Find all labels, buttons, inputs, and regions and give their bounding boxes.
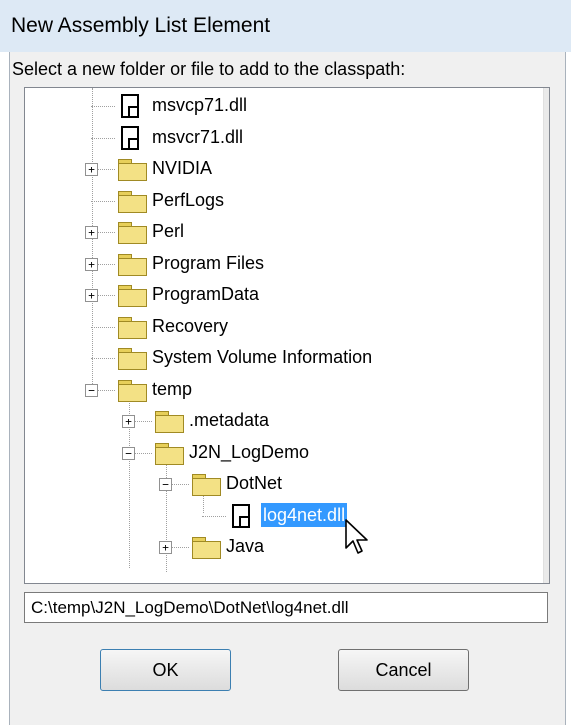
expand-icon[interactable]: + — [159, 541, 172, 554]
scroll-down-icon[interactable]: ▼ — [544, 549, 549, 583]
tree-file-item[interactable]: msvcp71.dll — [25, 92, 543, 122]
ok-button[interactable]: OK — [100, 649, 231, 691]
expand-icon[interactable]: + — [85, 257, 98, 271]
tree-connector — [202, 515, 226, 517]
tree-item-label: System Volume Information — [152, 347, 373, 367]
tree-item-label: NVIDIA — [152, 158, 213, 178]
tree-item-label: Java — [226, 536, 265, 556]
tree-folder-item[interactable]: + Java — [25, 533, 543, 563]
tree-item-label: PerfLogs — [152, 189, 225, 210]
tree-folder-item[interactable]: System Volume Information — [25, 344, 543, 374]
folder-icon — [117, 284, 147, 307]
folder-icon — [191, 536, 221, 559]
cancel-button[interactable]: Cancel — [338, 649, 469, 691]
expand-icon[interactable]: + — [85, 289, 98, 302]
collapse-icon[interactable]: − — [159, 478, 172, 491]
tree-file-item[interactable]: log4net.dll — [25, 502, 543, 532]
tree-item-label: log4net.dll — [261, 502, 348, 527]
tree-connector — [91, 106, 115, 107]
prompt-label: Select a new folder or file to add to th… — [12, 59, 406, 79]
folder-icon — [117, 253, 147, 276]
folder-icon — [191, 473, 221, 496]
tree-file-item[interactable]: msvcr71.dll — [25, 124, 543, 154]
folder-icon — [154, 410, 184, 433]
collapse-icon[interactable]: − — [122, 446, 135, 460]
folder-icon — [117, 347, 147, 370]
folder-icon — [117, 190, 147, 213]
tree-item-label: temp — [152, 378, 193, 399]
tree-item-label: .metadata — [189, 410, 270, 430]
file-icon — [121, 94, 139, 118]
window-title: New Assembly List Element — [11, 14, 271, 37]
title-bar[interactable]: New Assembly List Element — [0, 0, 571, 52]
tree-folder-item[interactable]: + Program Files — [25, 250, 543, 280]
tree-folder-item[interactable]: PerfLogs — [25, 187, 543, 217]
expand-icon[interactable]: + — [85, 226, 98, 239]
tree-item-label: msvcp71.dll — [152, 95, 248, 115]
tree-item-label: Recovery — [152, 315, 229, 336]
tree-folder-item[interactable]: + .metadata — [25, 407, 543, 437]
tree-connector — [91, 358, 115, 359]
tree-item-label: J2N_LogDemo — [189, 441, 310, 462]
file-icon — [232, 503, 250, 528]
tree-connector — [91, 137, 115, 139]
folder-icon — [154, 442, 184, 465]
tree-folder-item[interactable]: − temp — [25, 376, 543, 406]
folder-icon — [117, 316, 147, 339]
tree-folder-item[interactable]: + ProgramData — [25, 281, 543, 311]
mouse-pointer-icon — [345, 519, 368, 554]
file-icon — [121, 125, 139, 150]
tree-item-label: ProgramData — [152, 284, 260, 304]
tree-folder-item[interactable]: Recovery — [25, 313, 543, 343]
scroll-up-icon[interactable]: ▲ — [544, 88, 549, 122]
tree-item-label: msvcr71.dll — [152, 126, 244, 147]
file-tree[interactable]: + Java log4net.dll − DotNet − J2N_LogDemo + .met… — [24, 87, 550, 584]
path-field[interactable] — [24, 592, 548, 623]
tree-folder-item[interactable]: + Perl — [25, 218, 543, 248]
dialog-window: New Assembly List Element Select a new f… — [0, 0, 571, 725]
folder-icon — [117, 379, 147, 402]
expand-icon[interactable]: + — [122, 415, 135, 428]
tree-folder-item[interactable]: − DotNet — [25, 470, 543, 500]
tree-connector — [91, 200, 115, 202]
folder-icon — [117, 221, 147, 244]
tree-item-label: Perl — [152, 221, 185, 241]
tree-folder-item[interactable]: − J2N_LogDemo — [25, 439, 543, 469]
tree-folder-item[interactable]: + NVIDIA — [25, 155, 543, 185]
expand-icon[interactable]: + — [85, 163, 98, 176]
collapse-icon[interactable]: − — [85, 383, 98, 397]
vertical-scrollbar[interactable]: ▲ ▼ — [543, 88, 549, 583]
tree-item-label: DotNet — [226, 473, 283, 493]
tree-connector — [91, 326, 115, 328]
tree-item-label: Program Files — [152, 252, 265, 273]
folder-icon — [117, 158, 147, 181]
